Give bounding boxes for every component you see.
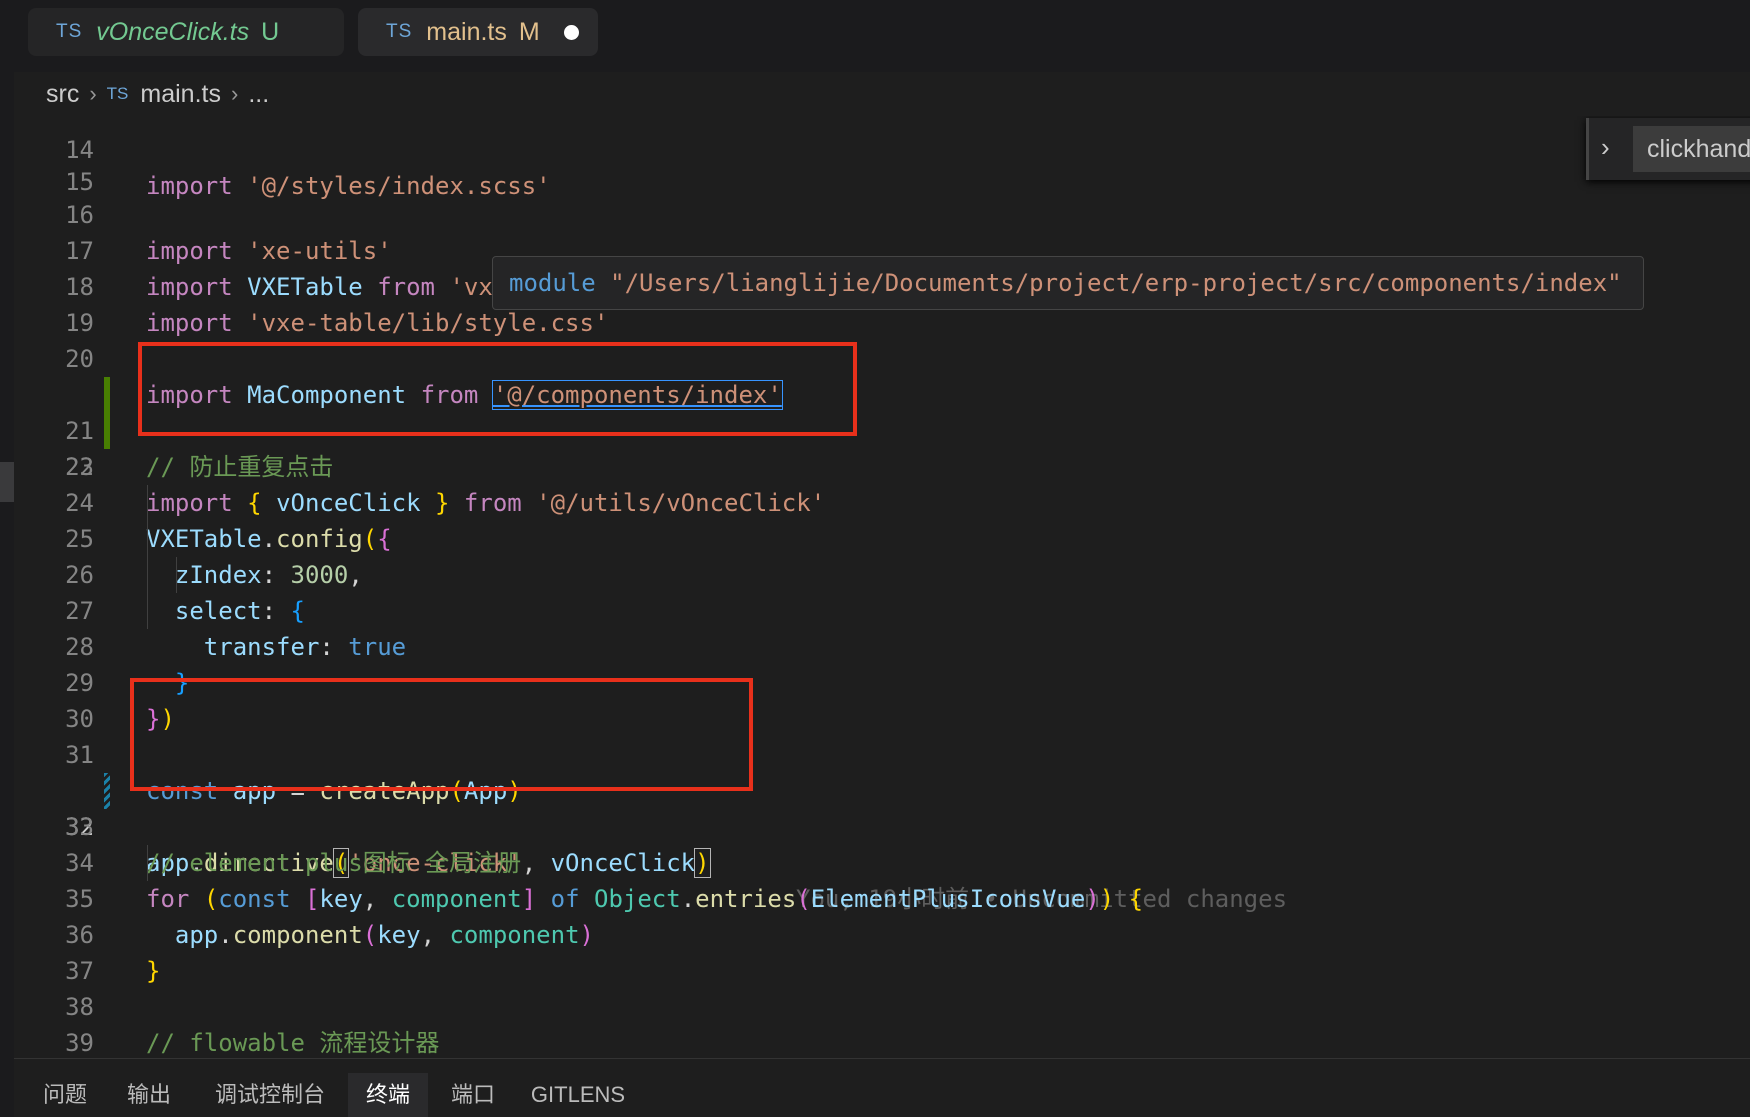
tab-debug-console[interactable]: 调试控制台 <box>210 1073 330 1117</box>
typescript-icon: TS <box>386 21 413 42</box>
code-line: 37 <box>14 917 1750 985</box>
tab-problems[interactable]: 问题 <box>36 1073 94 1117</box>
breadcrumb: src › TS main.ts › ... <box>14 72 1750 116</box>
hover-keyword: module <box>509 269 596 297</box>
code-line: 39 import '@/components/process-designer… <box>14 989 1750 1057</box>
highlight-box-import <box>138 342 857 436</box>
breadcrumb-folder[interactable]: src <box>46 80 79 109</box>
tab-label: main.ts <box>426 17 507 46</box>
code-line: 36 } <box>14 881 1750 985</box>
code-line: 40 import ProcessDesigner from '@/compon… <box>14 1025 1750 1058</box>
chevron-right-icon: › <box>89 81 97 106</box>
breadcrumb-file[interactable]: main.ts <box>140 80 221 109</box>
code-line: 35 app.component(key, component) <box>14 845 1750 949</box>
code-line: 29 }) <box>14 629 1750 733</box>
typescript-icon: TS <box>56 21 83 42</box>
indent-guide <box>176 557 177 593</box>
panel-tab-bar: 问题 输出 调试控制台 终端 端口 GITLENS <box>14 1058 1750 1117</box>
chevron-right-icon[interactable]: › <box>1601 132 1610 163</box>
highlight-box-directive <box>130 678 753 791</box>
tab-vonceclick[interactable]: TS vOnceClick.ts U <box>28 8 344 56</box>
hover-module-path: "/Users/lianglijie/Documents/project/erp… <box>610 269 1622 297</box>
find-widget: › clickhand <box>1586 118 1750 180</box>
unsaved-dot-icon[interactable] <box>563 24 579 40</box>
activity-indicator <box>0 462 14 502</box>
find-input[interactable]: clickhand <box>1633 126 1750 172</box>
git-status-badge: U <box>261 17 280 46</box>
tab-output[interactable]: 输出 <box>120 1073 178 1117</box>
tab-gitlens[interactable]: GITLENS <box>528 1073 628 1117</box>
code-line: 34 for (const [key, component] of Object… <box>14 809 1750 913</box>
indent-guide <box>147 845 148 881</box>
indent-guide <box>147 485 148 629</box>
breadcrumb-symbols[interactable]: ... <box>248 80 269 109</box>
code-line: 15 <box>14 128 1750 196</box>
tab-main-ts[interactable]: TS main.ts M <box>358 8 598 56</box>
tab-terminal[interactable]: 终端 <box>348 1073 428 1117</box>
hover-tooltip: module "/Users/lianglijie/Documents/proj… <box>492 256 1644 310</box>
typescript-icon: TS <box>106 84 129 103</box>
git-status-badge: M <box>518 17 540 46</box>
tab-label: vOnceClick.ts <box>96 17 250 46</box>
chevron-right-icon: › <box>230 81 239 106</box>
code-line: 24 VXETable.config({ <box>14 449 1750 553</box>
code-line: 38 // flowable 流程设计器 <box>14 953 1750 1057</box>
code-line: 20 import MaComponent from '@/components… <box>14 305 1750 410</box>
code-line: 25 zIndex: 3000, <box>14 485 1750 589</box>
code-line: 17 import VXETable from 'vxe-table' <box>14 197 1750 301</box>
code-line: 27 transfer: true <box>14 557 1750 661</box>
code-line: 28 } <box>14 593 1750 697</box>
activity-strip <box>0 116 14 1058</box>
code-line: 26 select: { <box>14 521 1750 625</box>
editor-tab-bar: TS vOnceClick.ts U TS main.ts M <box>0 0 1750 72</box>
code-line: 16 import 'xe-utils' <box>14 161 1750 265</box>
tab-ports[interactable]: 端口 <box>444 1073 502 1117</box>
